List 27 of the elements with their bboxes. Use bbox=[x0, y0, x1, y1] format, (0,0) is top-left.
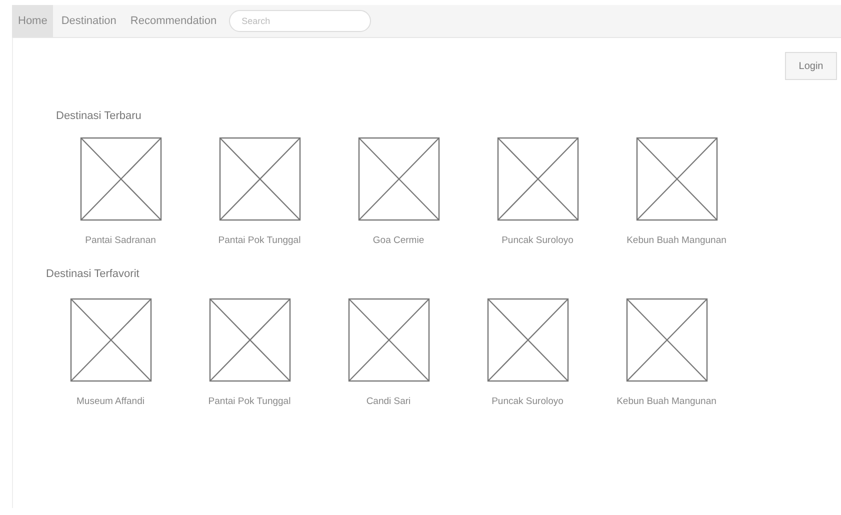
image-placeholder-icon bbox=[636, 137, 718, 221]
destination-caption: Pantai Pok Tunggal bbox=[208, 396, 291, 407]
image-placeholder-icon bbox=[80, 137, 162, 221]
destination-caption: Goa Cermie bbox=[372, 235, 424, 246]
section-title: Destinasi Terbaru bbox=[56, 110, 142, 122]
search-field[interactable]: Search bbox=[228, 10, 371, 32]
nav-tab[interactable]: Recommendation bbox=[124, 5, 223, 37]
image-placeholder-icon bbox=[486, 298, 568, 382]
image-placeholder-icon bbox=[70, 298, 152, 382]
nav-tab[interactable]: Home bbox=[12, 5, 54, 37]
destination-caption: Pantai Sadranan bbox=[85, 235, 156, 246]
destination-caption: Pantai Pok Tunggal bbox=[218, 235, 301, 246]
image-placeholder-icon bbox=[208, 298, 290, 382]
login-button[interactable]: Login bbox=[785, 52, 837, 80]
image-placeholder-icon bbox=[358, 137, 440, 221]
image-placeholder-icon bbox=[348, 298, 430, 382]
nav-tab[interactable]: Destination bbox=[55, 5, 122, 37]
destination-caption: Puncak Suroloyo bbox=[492, 396, 564, 407]
destination-caption: Kebun Buah Mangunan bbox=[626, 235, 726, 246]
destination-caption: Museum Affandi bbox=[76, 396, 144, 407]
destination-caption: Kebun Buah Mangunan bbox=[616, 396, 716, 407]
destination-caption: Candi Sari bbox=[366, 396, 411, 407]
destination-caption: Puncak Suroloyo bbox=[502, 235, 574, 246]
image-placeholder-icon bbox=[626, 298, 708, 382]
image-placeholder-icon bbox=[218, 137, 300, 221]
section-title: Destinasi Terfavorit bbox=[46, 268, 140, 280]
image-placeholder-icon bbox=[496, 137, 578, 221]
